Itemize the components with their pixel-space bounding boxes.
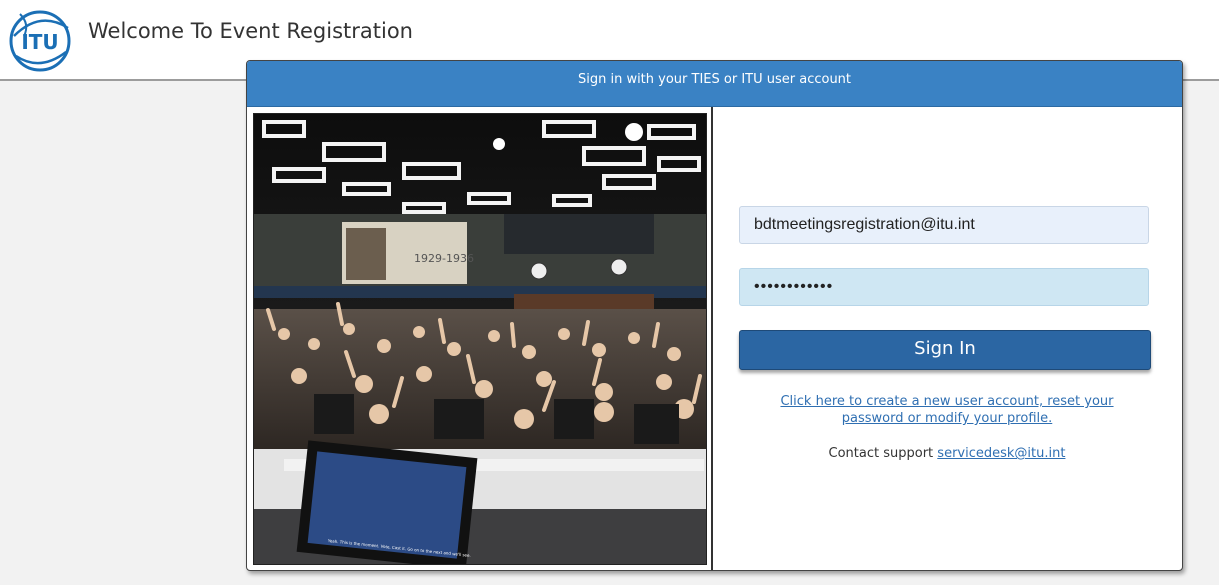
panel-divider [711,107,713,570]
conference-photo: 1929-1936 Yeah. This is the moment. Vote… [253,113,707,565]
panel-heading: Sign in with your TIES or ITU user accou… [247,61,1182,107]
create-account-link[interactable]: Click here to create a new user account,… [757,393,1137,427]
contact-label: Contact support [828,446,934,461]
username-input[interactable] [739,206,1149,244]
contact-support: Contact support servicedesk@itu.int [757,446,1137,461]
page-title: Welcome To Event Registration [88,19,413,43]
logo-text: ITU [21,30,58,54]
conference-photo-art: 1929-1936 Yeah. This is the moment. Vote… [254,114,706,564]
itu-logo: ITU [9,10,71,72]
password-input[interactable] [739,268,1149,306]
sign-in-button[interactable]: Sign In [739,330,1151,370]
banner-text: 1929-1936 [414,252,474,265]
signin-panel: Sign in with your TIES or ITU user accou… [246,60,1183,571]
support-email-link[interactable]: servicedesk@itu.int [937,446,1065,461]
